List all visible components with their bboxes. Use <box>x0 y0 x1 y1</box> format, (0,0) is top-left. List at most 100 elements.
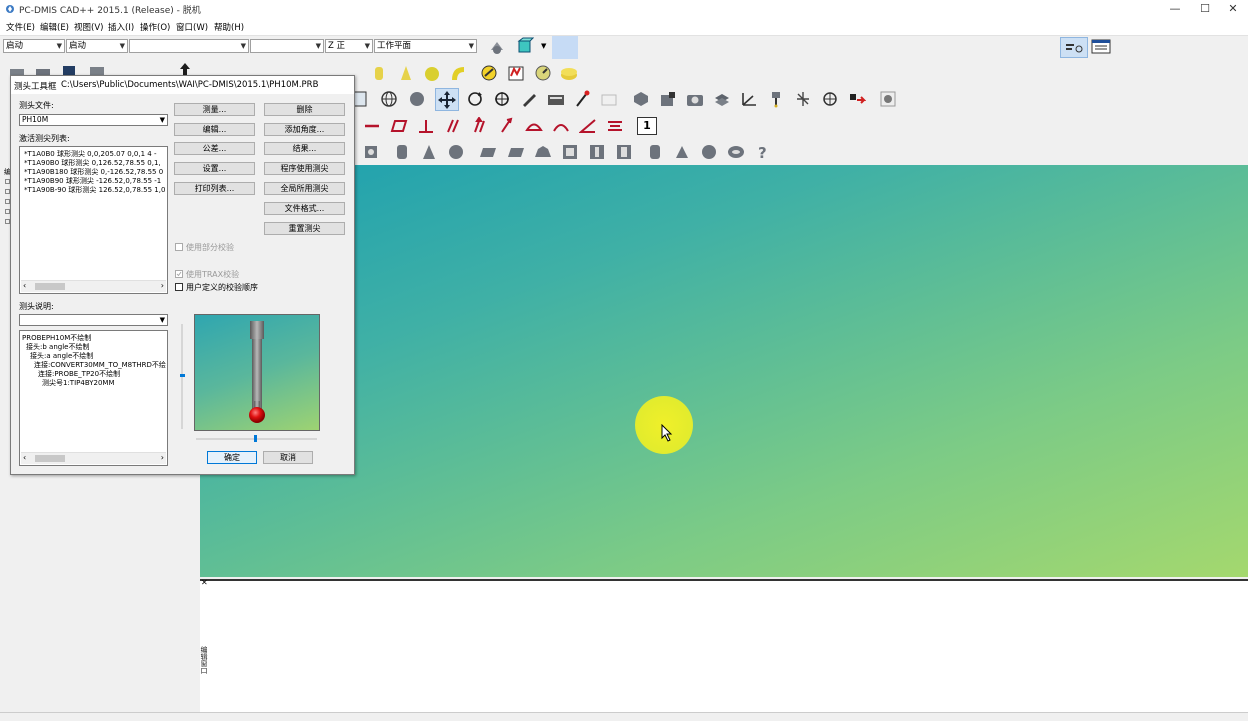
cone-icon[interactable] <box>397 64 415 82</box>
export-icon[interactable] <box>848 90 866 108</box>
symmetry-icon[interactable] <box>606 117 624 135</box>
probe-red-icon[interactable] <box>573 90 591 108</box>
globe-icon[interactable] <box>380 90 398 108</box>
shape-circle-icon[interactable] <box>447 143 465 161</box>
trax-calibration-checkbox[interactable] <box>175 270 183 278</box>
workplane-combo[interactable]: 工作平面 ▼ <box>374 39 477 53</box>
probe-preview[interactable] <box>194 314 320 431</box>
flatness-icon[interactable] <box>390 117 408 135</box>
shape-slot-3-icon[interactable] <box>615 143 633 161</box>
setup-button[interactable]: 设置... <box>174 162 255 175</box>
axis-icon[interactable] <box>740 90 758 108</box>
tree-node[interactable]: 测尖号1:TIP4BY20MM <box>42 378 115 388</box>
feature-count-box[interactable]: 1 <box>637 117 657 135</box>
status-window-button[interactable] <box>1089 37 1115 58</box>
file-format-button[interactable]: 文件格式... <box>264 202 345 215</box>
dialog-title-bar[interactable]: 测头工具框 C:\Users\Public\Documents\WAI\PC-D… <box>11 76 354 94</box>
view-cube-icon[interactable] <box>516 37 534 55</box>
edit-button[interactable]: 编辑... <box>174 123 255 136</box>
probe-assembly-icon[interactable] <box>767 90 785 108</box>
pane-close-icon[interactable]: ✕ <box>201 578 208 587</box>
tips-horizontal-scrollbar[interactable]: ‹ › <box>21 280 166 292</box>
menu-file[interactable]: 文件(E) <box>6 21 35 33</box>
solid-sphere-icon[interactable] <box>408 90 426 108</box>
global-used-tips-button[interactable]: 全局所用测尖 <box>264 182 345 195</box>
hexagon-icon[interactable] <box>632 90 650 108</box>
surface-profile-icon[interactable] <box>525 117 543 135</box>
camera-icon[interactable] <box>686 90 704 108</box>
tool-icon-3[interactable] <box>534 64 552 82</box>
angularity-icon[interactable] <box>579 117 597 135</box>
menu-view[interactable]: 视图(V) <box>74 21 103 33</box>
pen-icon[interactable] <box>520 90 538 108</box>
results-button[interactable]: 结果... <box>264 142 345 155</box>
camera-off-icon[interactable] <box>600 90 618 108</box>
menu-window[interactable]: 窗口(W) <box>176 21 208 33</box>
scroll-right-icon[interactable]: › <box>161 281 164 290</box>
close-button[interactable]: ✕ <box>1218 0 1248 18</box>
settings-probe-icon[interactable] <box>879 90 897 108</box>
torus-icon[interactable] <box>449 64 467 82</box>
tree-horizontal-scrollbar[interactable]: ‹ › <box>21 452 166 464</box>
circular-runout-icon[interactable] <box>498 117 516 135</box>
help-icon[interactable]: ? <box>754 143 772 161</box>
tip-row[interactable]: *T1A90B-90 球形测尖 126.52,0,78.55 1,0 <box>24 185 165 195</box>
cylinder-icon[interactable] <box>370 64 388 82</box>
line-profile-icon[interactable] <box>552 117 570 135</box>
probe-changer-icon[interactable] <box>821 90 839 108</box>
program-used-tips-button[interactable]: 程序使用测尖 <box>264 162 345 175</box>
print-list-button[interactable]: 打印列表... <box>174 182 255 195</box>
graphics-display-window[interactable] <box>200 165 1248 577</box>
ok-button[interactable]: 确定 <box>207 451 257 464</box>
start-combo-2[interactable]: 启动 ▼ <box>66 39 128 53</box>
probe-array-icon[interactable] <box>794 90 812 108</box>
shape-cylinder-2-icon[interactable] <box>646 143 664 161</box>
total-runout-icon[interactable] <box>471 117 489 135</box>
shape-plane-2-icon[interactable] <box>507 143 525 161</box>
keyboard-icon[interactable] <box>547 90 565 108</box>
rotate-3d-icon[interactable] <box>493 90 511 108</box>
view-cube-dropdown-icon[interactable]: ▼ <box>541 42 546 50</box>
shape-pentagon-icon[interactable] <box>534 143 552 161</box>
menu-operation[interactable]: 操作(O) <box>140 21 170 33</box>
probe-description-combo[interactable]: ▼ <box>19 314 168 326</box>
tool-icon-4[interactable] <box>560 64 578 82</box>
scroll-left-icon[interactable]: ‹ <box>23 281 26 290</box>
tolerance-button[interactable]: 公差... <box>174 142 255 155</box>
measure-button[interactable]: 测量... <box>174 103 255 116</box>
toolbar-combo-3[interactable]: ▼ <box>129 39 249 53</box>
perpendicularity-icon[interactable] <box>417 117 435 135</box>
sphere-icon[interactable] <box>423 64 441 82</box>
shape-slot-2-icon[interactable] <box>588 143 606 161</box>
probe-file-combo[interactable]: PH10M ▼ <box>19 114 168 126</box>
rotate-icon[interactable] <box>466 90 484 108</box>
shape-torus-icon[interactable] <box>727 143 745 161</box>
shape-cone-2-icon[interactable] <box>673 143 691 161</box>
probe-components-tree[interactable]: PROBEPH10M不绘制 接头:b angle不绘制 接头:a angle不绘… <box>19 330 168 466</box>
reset-tips-button[interactable]: 重置测尖 <box>264 222 345 235</box>
active-tips-list[interactable]: *T1A0B0 球形测尖 0,0,205.07 0,0,1 4 - *T1A90… <box>19 146 168 294</box>
add-angles-button[interactable]: 添加角度... <box>264 123 345 136</box>
transform-icon[interactable] <box>659 90 677 108</box>
scroll-left-icon[interactable]: ‹ <box>23 453 26 462</box>
minimize-button[interactable]: — <box>1160 0 1190 18</box>
menu-help[interactable]: 帮助(H) <box>214 21 244 33</box>
tool-icon-1[interactable] <box>480 64 498 82</box>
partial-calibration-checkbox[interactable] <box>175 243 183 251</box>
view-direction-combo[interactable]: Z 正 ▼ <box>325 39 373 53</box>
probe-mode-icon[interactable] <box>488 38 506 56</box>
toolbar-combo-4[interactable]: ▼ <box>250 39 324 53</box>
shape-plane-icon[interactable] <box>479 143 497 161</box>
scroll-thumb[interactable] <box>35 455 65 462</box>
shape-cone-icon[interactable] <box>420 143 438 161</box>
vertical-slider-thumb[interactable] <box>180 374 185 377</box>
parallelism-icon[interactable] <box>444 117 462 135</box>
translate-button[interactable] <box>435 88 459 111</box>
line-dash-icon[interactable] <box>363 117 381 135</box>
tool-icon-2[interactable] <box>507 64 525 82</box>
shape-square-icon[interactable] <box>362 143 380 161</box>
shape-cylinder-icon[interactable] <box>393 143 411 161</box>
shape-slot-icon[interactable] <box>561 143 579 161</box>
probe-readout-button[interactable] <box>1060 37 1088 58</box>
menu-edit[interactable]: 编辑(E) <box>40 21 69 33</box>
